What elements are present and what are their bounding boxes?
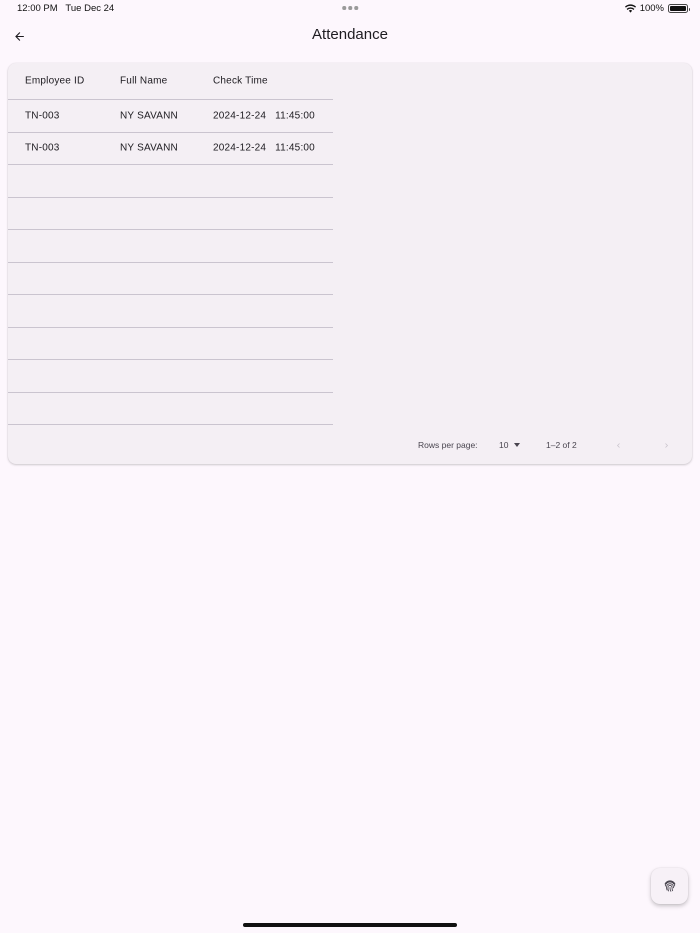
chevron-right-icon [664,442,668,448]
fingerprint-fab-button[interactable] [651,868,688,904]
next-page-button[interactable] [658,437,674,453]
cell-full-name: NY SAVANN [120,110,178,122]
rows-per-page-label: Rows per page: [418,440,478,450]
dropdown-arrow-icon [514,443,521,447]
battery-icon [668,4,690,13]
rows-per-page-value: 10 [499,440,509,450]
cell-check-time: 2024-12-24 11:45:00 [213,110,315,121]
empty-table-row [8,360,333,393]
cell-check-time: 2024-12-24 11:45:00 [213,143,315,154]
attendance-table: Employee ID Full Name Check Time TN-003 … [8,63,333,425]
empty-table-row [8,263,333,295]
rows-per-page-select[interactable]: 10 [499,437,521,450]
empty-table-row [8,198,333,230]
table-pagination: Rows per page: 10 1–2 of 2 [8,437,692,453]
status-date: Tue Dec 24 [65,3,115,14]
multitasking-dots-icon[interactable] [342,3,358,10]
home-indicator[interactable] [243,923,457,927]
page-title: Attendance [312,26,388,43]
app-bar: Attendance [0,18,700,54]
empty-table-row [8,328,333,360]
wifi-icon [624,4,636,13]
attendance-card: Employee ID Full Name Check Time TN-003 … [8,63,692,464]
page-range-label: 1–2 of 2 [546,440,577,450]
status-indicators: 100% [624,3,690,14]
cell-check-date: 2024-12-24 [213,110,267,122]
fingerprint-icon [664,880,675,892]
cell-employee-id: TN-003 [25,142,60,154]
cell-check-clock: 11:45:00 [275,142,315,154]
column-header-full-name[interactable]: Full Name [120,76,167,87]
cell-check-date: 2024-12-24 [213,142,267,154]
table-header: Employee ID Full Name Check Time [8,63,333,100]
table-row[interactable]: TN-003 NY SAVANN 2024-12-24 11:45:00 [8,100,333,133]
table-row[interactable]: TN-003 NY SAVANN 2024-12-24 11:45:00 [8,133,333,165]
screen: 12:00 PM Tue Dec 24 100% Attendance Empl… [0,0,700,933]
cell-check-clock: 11:45:00 [275,110,315,122]
status-clock: 12:00 PM [17,3,58,14]
empty-table-row [8,295,333,328]
chevron-left-icon [616,442,620,448]
column-header-employee-id[interactable]: Employee ID [25,76,84,87]
battery-percent: 100% [639,3,664,14]
empty-table-row [8,393,333,425]
cell-full-name: NY SAVANN [120,142,178,154]
empty-table-row [8,165,333,198]
status-bar: 12:00 PM Tue Dec 24 100% [0,0,700,18]
status-time: 12:00 PM Tue Dec 24 [17,3,114,14]
column-header-check-time[interactable]: Check Time [213,76,268,87]
empty-table-row [8,230,333,263]
cell-employee-id: TN-003 [25,110,60,122]
previous-page-button[interactable] [610,437,626,453]
